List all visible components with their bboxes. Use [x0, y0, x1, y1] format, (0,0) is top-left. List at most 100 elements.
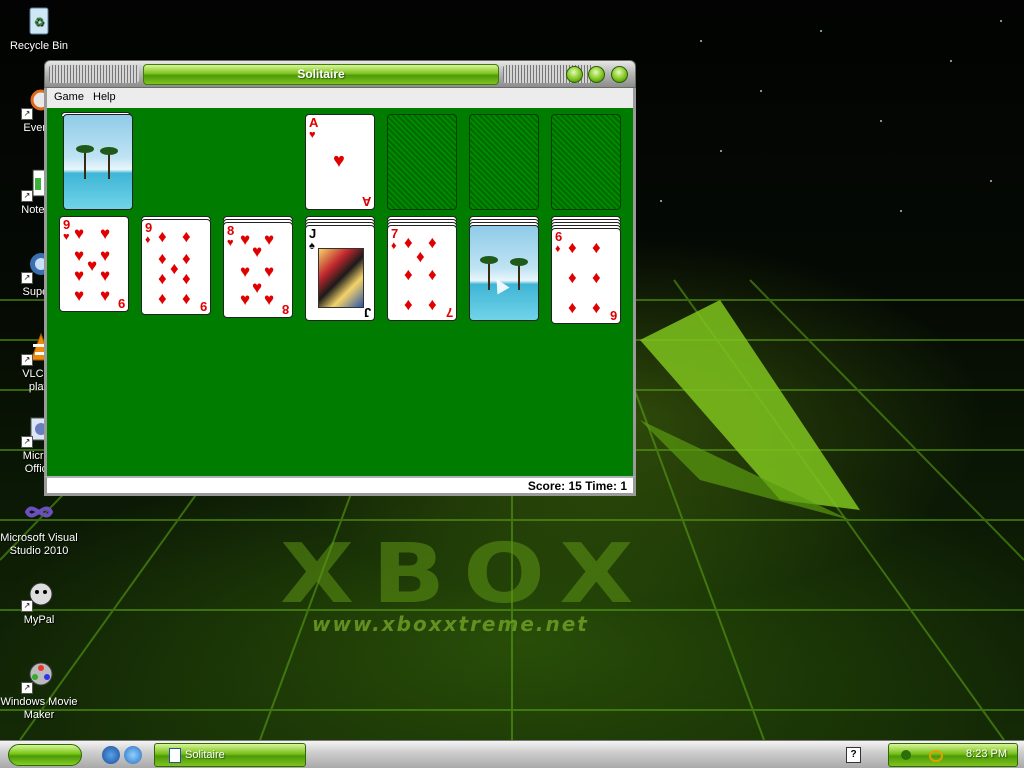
- diamond-icon: ♦: [182, 289, 191, 308]
- score-time-text: Score: 15 Time: 1: [527, 479, 627, 493]
- diamond-icon: ♦: [568, 268, 577, 287]
- heart-icon: ♥: [63, 231, 70, 243]
- shortcut-arrow-icon: ↗: [21, 682, 33, 694]
- card-rank: 9: [63, 217, 71, 232]
- heart-icon: ♥: [100, 224, 111, 243]
- heart-icon: ♥: [264, 290, 275, 309]
- help-icon[interactable]: ?: [846, 747, 861, 763]
- tableau-card-9-hearts[interactable]: 9 ♥ ♥ ♥ ♥ ♥ ♥ ♥ ♥ ♥ ♥ 9: [59, 216, 129, 312]
- card-rank: 8: [227, 223, 235, 238]
- card-rank: J: [309, 226, 317, 241]
- minimize-button[interactable]: [566, 66, 583, 83]
- card-rank: 9: [117, 296, 125, 311]
- start-button[interactable]: [8, 744, 82, 766]
- diamond-icon: ♦: [170, 259, 179, 278]
- desktop: XBOX www.xboxxtreme.net ♻ Recycle Bin ↗ …: [0, 0, 1024, 740]
- heart-icon: ♥: [100, 246, 111, 265]
- desktop-icon-movie-maker[interactable]: ↗ Windows Movie Maker: [0, 660, 78, 722]
- status-bar: Score: 15 Time: 1: [44, 476, 636, 496]
- menu-game[interactable]: Game: [54, 91, 84, 103]
- heart-icon: ♥: [240, 230, 251, 249]
- shortcut-arrow-icon: ↗: [21, 108, 33, 120]
- title-bar[interactable]: Solitaire: [44, 60, 636, 88]
- heart-icon: ♥: [252, 242, 263, 261]
- tableau-card-jack-spades[interactable]: J ♠ J: [305, 225, 375, 321]
- solitaire-task-icon: [169, 748, 181, 763]
- card-rank: A: [361, 194, 371, 209]
- svg-text:♻: ♻: [34, 15, 45, 29]
- heart-icon: ♥: [227, 237, 234, 249]
- diamond-icon: ♦: [182, 249, 191, 268]
- diamond-icon: ♦: [145, 234, 151, 246]
- stock-pile[interactable]: [63, 114, 133, 210]
- solitaire-window[interactable]: Solitaire Game Help A ♥ ♥ A 9 ♥ ♥ ♥ ♥ ♥ …: [44, 60, 636, 496]
- diamond-icon: ♦: [404, 295, 413, 314]
- tray-icon[interactable]: [901, 750, 911, 760]
- close-button[interactable]: [611, 66, 628, 83]
- diamond-icon: ♦: [428, 233, 437, 252]
- diamond-icon: ♦: [592, 298, 601, 317]
- card-rank: A: [309, 115, 319, 130]
- taskbar-solitaire-button[interactable]: Solitaire: [154, 743, 306, 767]
- shortcut-arrow-icon: ↗: [21, 600, 33, 612]
- clock[interactable]: 8:23 PM: [966, 748, 1007, 760]
- desktop-icon-label: Windows Movie Maker: [0, 696, 78, 721]
- desktop-icon-mypal[interactable]: ↗ MyPal: [0, 578, 78, 627]
- system-tray: 8:23 PM: [888, 743, 1018, 767]
- heart-icon: ♥: [100, 286, 111, 305]
- visual-studio-icon: [23, 496, 55, 528]
- card-rank: 6: [609, 308, 617, 323]
- tableau-card-facedown[interactable]: [469, 225, 539, 321]
- mypal-icon: ↗: [21, 578, 55, 612]
- diamond-icon: ♦: [182, 227, 191, 246]
- tableau-card-7-diamonds[interactable]: 7 ♦ ♦ ♦ ♦ ♦ ♦ ♦ ♦ 7: [387, 225, 457, 321]
- recycle-bin-icon: ♻: [23, 4, 55, 36]
- taskbar: Solitaire ? 8:23 PM: [0, 740, 1024, 768]
- tableau-card-9-diamonds[interactable]: 9 ♦ ♦ ♦ ♦ ♦ ♦ ♦ ♦ ♦ ♦ 9: [141, 219, 211, 315]
- foundation-slot-4[interactable]: [551, 114, 621, 210]
- diamond-icon: ♦: [568, 238, 577, 257]
- desktop-icon-label: Microsoft Visual Studio 2010: [0, 532, 78, 557]
- diamond-icon: ♦: [158, 249, 167, 268]
- card-rank: 7: [391, 226, 399, 241]
- diamond-icon: ♦: [416, 247, 425, 266]
- heart-icon: ♥: [240, 290, 251, 309]
- card-rank: 9: [199, 299, 207, 314]
- shortcut-arrow-icon: ↗: [21, 354, 33, 366]
- diamond-icon: ♦: [404, 265, 413, 284]
- diamond-icon: ♦: [592, 238, 601, 257]
- diamond-icon: ♦: [592, 268, 601, 287]
- foundation-ace-hearts[interactable]: A ♥ ♥ A: [305, 114, 375, 210]
- diamond-icon: ♦: [428, 295, 437, 314]
- desktop-icon-visual-studio[interactable]: Microsoft Visual Studio 2010: [0, 496, 78, 558]
- heart-icon: ♥: [264, 230, 275, 249]
- heart-icon: ♥: [264, 262, 275, 281]
- game-board[interactable]: A ♥ ♥ A 9 ♥ ♥ ♥ ♥ ♥ ♥ ♥ ♥ ♥ ♥ 9 9 ♦ ♦ ♦ …: [44, 108, 636, 476]
- xbox-watermark: XBOX: [280, 526, 652, 622]
- shortcut-arrow-icon: ↗: [21, 272, 33, 284]
- maximize-button[interactable]: [588, 66, 605, 83]
- card-rank: J: [363, 305, 371, 320]
- diamond-icon: ♦: [182, 269, 191, 288]
- diamond-icon: ♦: [158, 289, 167, 308]
- shortcut-arrow-icon: ↗: [21, 436, 33, 448]
- menu-bar: Game Help: [44, 88, 636, 108]
- heart-icon: ♥: [87, 256, 98, 275]
- quick-launch-icon[interactable]: [124, 746, 142, 764]
- heart-icon: ♥: [74, 224, 85, 243]
- spade-icon: ♠: [309, 240, 315, 252]
- internet-explorer-icon[interactable]: [102, 746, 120, 764]
- diamond-icon: ♦: [404, 233, 413, 252]
- tableau-card-8-hearts[interactable]: 8 ♥ ♥ ♥ ♥ ♥ ♥ ♥ ♥ ♥ 8: [223, 222, 293, 318]
- search-icon[interactable]: [929, 750, 943, 762]
- diamond-icon: ♦: [428, 265, 437, 284]
- foundation-slot-2[interactable]: [387, 114, 457, 210]
- menu-help[interactable]: Help: [93, 91, 116, 103]
- desktop-icon-recycle-bin[interactable]: ♻ Recycle Bin: [0, 4, 78, 53]
- desktop-icon-label: Recycle Bin: [9, 40, 69, 52]
- card-rank: 9: [145, 220, 153, 235]
- tableau-card-6-diamonds[interactable]: 6 ♦ ♦ ♦ ♦ ♦ ♦ ♦ 6: [551, 228, 621, 324]
- foundation-slot-3[interactable]: [469, 114, 539, 210]
- diamond-icon: ♦: [158, 269, 167, 288]
- diamond-icon: ♦: [391, 240, 397, 252]
